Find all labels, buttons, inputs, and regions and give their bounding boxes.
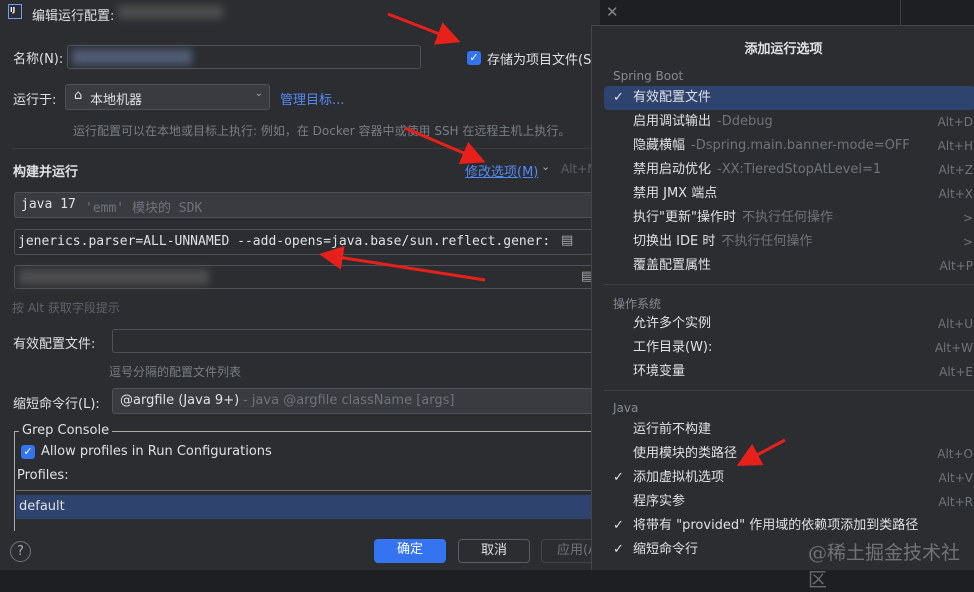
annotation-arrow xyxy=(387,12,461,45)
annotation-arrow xyxy=(404,126,486,164)
annotation-arrow xyxy=(736,438,786,466)
annotation-arrow xyxy=(319,245,486,282)
annotation-arrows xyxy=(319,12,786,466)
